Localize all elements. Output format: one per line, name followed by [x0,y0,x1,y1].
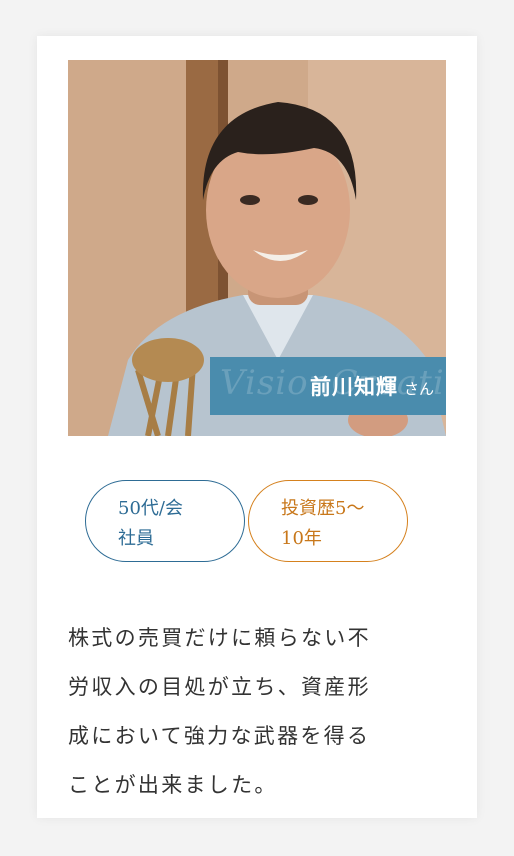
profile-photo: VisionCreation 前川知輝さん [68,60,446,436]
age-occupation-tag: 50代/会 社員 [85,480,245,562]
quote-line: ことが出来ました。 [68,773,278,797]
testimonial-quote: 株式の売買だけに頼らない不 労収入の目処が立ち、資産形 成において強力な武器を得… [68,614,458,810]
quote-line: 成において強力な武器を得る [68,724,371,748]
name-honorific: さん [403,380,434,398]
person-name: 前川知輝 [309,374,398,399]
quote-line: 労収入の目処が立ち、資産形 [68,675,371,699]
testimonial-card: VisionCreation 前川知輝さん 50代/会 社員 投資歴5〜 10年… [37,36,477,818]
quote-line: 株式の売買だけに頼らない不 [68,626,371,650]
name-plate: VisionCreation 前川知輝さん [210,357,446,415]
investment-experience-tag: 投資歴5〜 10年 [248,480,408,562]
experience-tag-line2: 10年 [281,528,322,549]
age-tag-line1: 50代/会 [118,498,183,519]
age-tag-line2: 社員 [118,528,154,549]
experience-tag-line1: 投資歴5〜 [281,498,365,519]
